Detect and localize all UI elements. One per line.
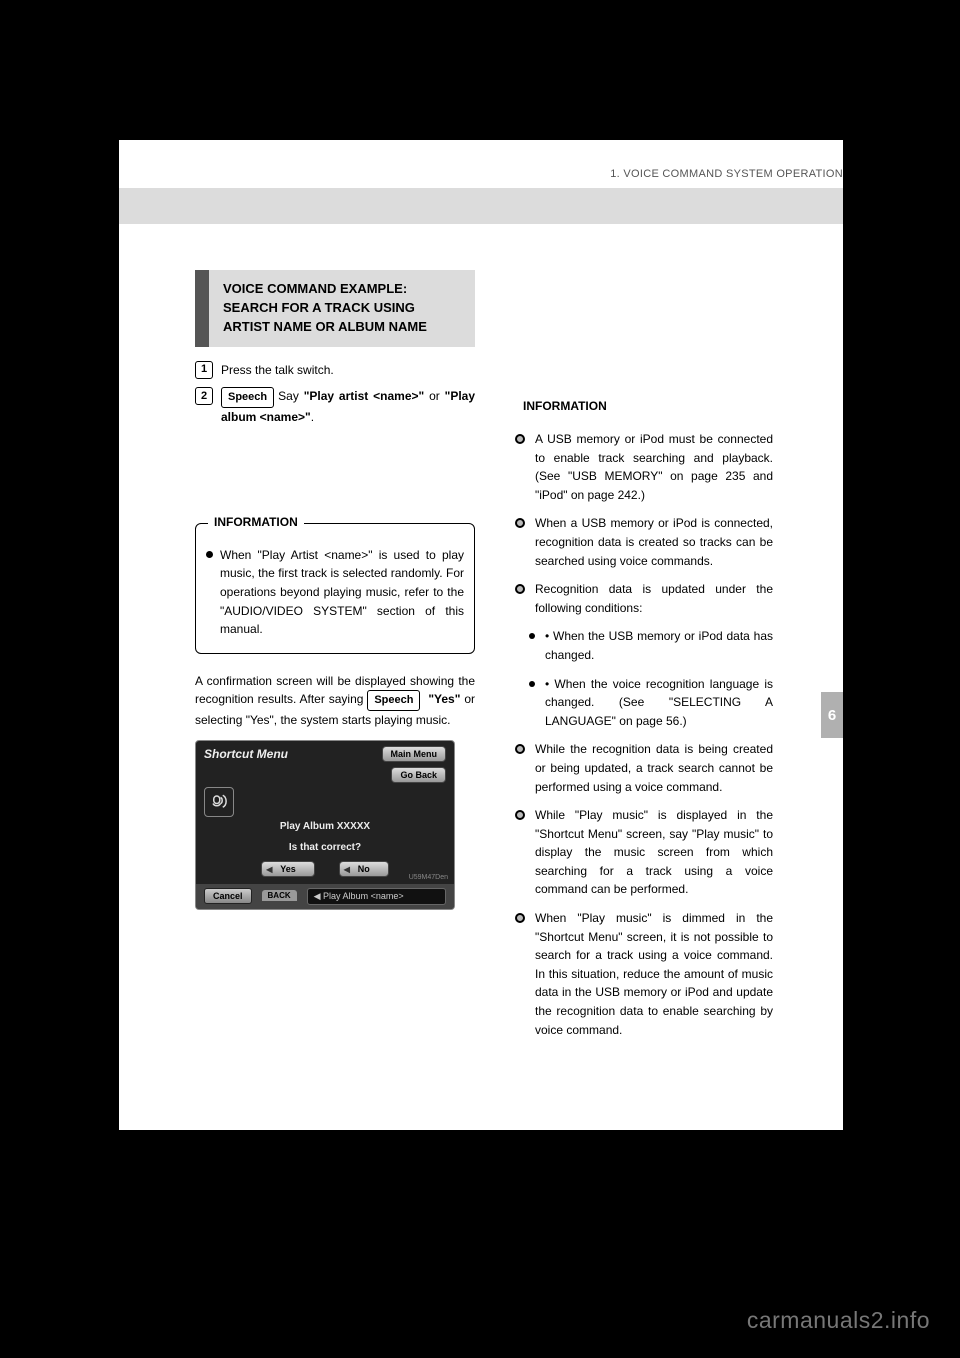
information-text: When "Play Artist <name>" is used to pla… (220, 546, 464, 639)
go-back-button[interactable]: Go Back (391, 767, 446, 783)
breadcrumb-bar (119, 188, 843, 224)
shortcut-menu-title: Shortcut Menu (204, 747, 288, 761)
manual-page: 1. VOICE COMMAND SYSTEM OPERATION 6 VOIC… (119, 140, 843, 1130)
information-label: INFORMATION (517, 399, 613, 413)
step-2-text: SpeechSay "Play artist <name>" or "Play … (221, 387, 475, 427)
info-bullet: A USB memory or iPod must be connected t… (535, 430, 773, 504)
information-label: INFORMATION (208, 515, 304, 529)
bullet-icon (515, 518, 525, 528)
information-box-left: INFORMATION When "Play Artist <name>" is… (195, 523, 475, 654)
page-content: VOICE COMMAND EXAMPLE: SEARCH FOR A TRAC… (195, 270, 783, 1081)
right-column: INFORMATION A USB memory or iPod must be… (505, 270, 783, 1081)
step-number: 2 (195, 387, 213, 405)
left-column: VOICE COMMAND EXAMPLE: SEARCH FOR A TRAC… (195, 270, 475, 1081)
bullet-icon (206, 551, 213, 558)
info-bullet: When "Play music" is dimmed in the "Shor… (535, 909, 773, 1039)
shortcut-menu-screenshot: Shortcut Menu Main Menu Go Back Play Alb… (195, 740, 455, 910)
play-album-field: ◀ Play Album <name> (307, 888, 446, 905)
sub-bullet-icon (529, 633, 535, 639)
info-bullet: While the recognition data is being crea… (535, 740, 773, 796)
speech-badge: Speech (367, 690, 420, 711)
bullet-icon (515, 434, 525, 444)
bullet-icon (515, 913, 525, 923)
play-album-text: Play Album XXXXX (196, 821, 454, 832)
section-thumb-tab: 6 (821, 692, 843, 738)
step-number: 1 (195, 361, 213, 379)
back-tab[interactable]: BACK (262, 890, 297, 901)
info-bullet: Recognition data is updated under the fo… (535, 580, 773, 617)
image-code: U59M47Den (409, 874, 448, 881)
speak-icon (204, 787, 234, 817)
step-2: 2 SpeechSay "Play artist <name>" or "Pla… (195, 387, 475, 427)
breadcrumb: 1. VOICE COMMAND SYSTEM OPERATION (610, 168, 843, 180)
step-1-text: Press the talk switch. (221, 361, 334, 380)
info-bullet: When a USB memory or iPod is connected, … (535, 514, 773, 570)
info-sub-bullet: • When the voice recognition language is… (545, 675, 773, 731)
speech-badge: Speech (221, 387, 274, 408)
main-menu-button[interactable]: Main Menu (382, 746, 447, 762)
yes-button[interactable]: Yes (261, 861, 315, 877)
no-button[interactable]: No (339, 861, 389, 877)
confirmation-paragraph: A confirmation screen will be displayed … (195, 672, 475, 730)
section-heading: VOICE COMMAND EXAMPLE: SEARCH FOR A TRAC… (195, 270, 475, 347)
watermark: carmanuals2.info (747, 1307, 930, 1334)
confirm-question: Is that correct? (196, 842, 454, 853)
step-1: 1 Press the talk switch. (195, 361, 475, 380)
info-sub-bullet: • When the USB memory or iPod data has c… (545, 627, 773, 664)
sub-bullet-icon (529, 681, 535, 687)
cancel-button[interactable]: Cancel (204, 888, 252, 904)
bullet-icon (515, 584, 525, 594)
bullet-icon (515, 744, 525, 754)
bullet-icon (515, 810, 525, 820)
information-box-right: INFORMATION A USB memory or iPod must be… (505, 408, 783, 1063)
info-bullet: While "Play music" is displayed in the "… (535, 806, 773, 899)
